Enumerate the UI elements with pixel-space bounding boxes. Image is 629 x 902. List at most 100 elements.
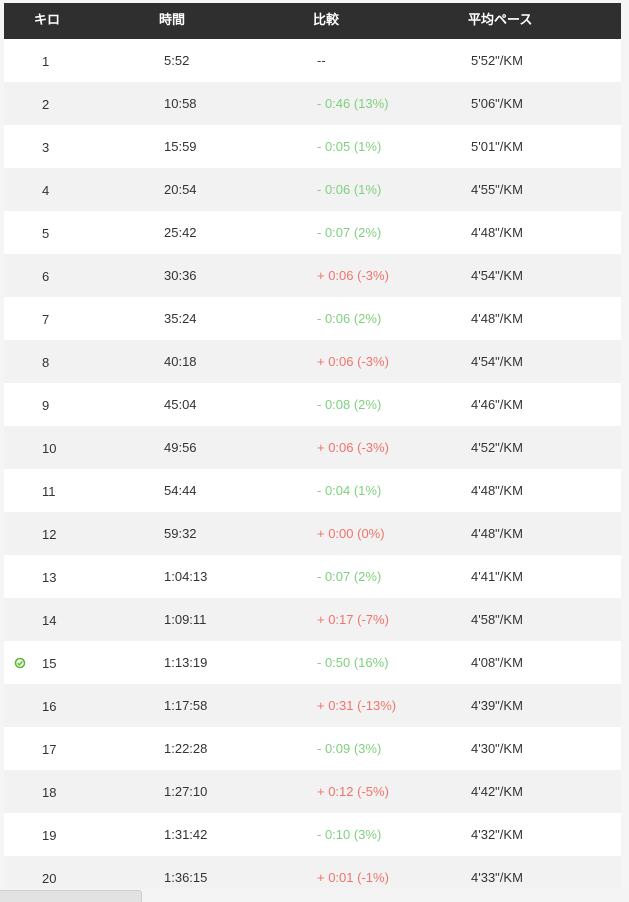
table-row[interactable]: 19 1:31:42 - 0:10 (3%) 4'32"/KM xyxy=(4,813,621,856)
splits-table: キロ 時間 比較 平均ペース 1 5:52 -- 5'52"/KM 2 10:58 - 0:… xyxy=(4,3,621,899)
table-row[interactable]: 17 1:22:28 - 0:09 (3%) 4'30"/KM xyxy=(4,727,621,770)
pace-cell: 4'52"/KM xyxy=(471,440,523,455)
time-cell: 20:54 xyxy=(164,182,197,197)
km-cell: 7 xyxy=(42,312,50,327)
diff-cell: - 0:05 (1%) xyxy=(317,139,382,154)
table-row[interactable]: 16 1:17:58 + 0:31 (-13%) 4'39"/KM xyxy=(4,684,621,727)
diff-cell: + 0:06 (-3%) xyxy=(317,268,389,283)
pace-cell: 5'52"/KM xyxy=(471,53,523,68)
fastest-lap-icon xyxy=(14,657,26,669)
diff-cell: + 0:06 (-3%) xyxy=(317,354,389,369)
table-row[interactable]: 13 1:04:13 - 0:07 (2%) 4'41"/KM xyxy=(4,555,621,598)
km-cell: 12 xyxy=(42,527,57,542)
time-cell: 1:09:11 xyxy=(164,612,207,627)
table-row[interactable]: 11 54:44 - 0:04 (1%) 4'48"/KM xyxy=(4,469,621,512)
pace-cell: 4'48"/KM xyxy=(471,483,523,498)
table-row[interactable]: 9 45:04 - 0:08 (2%) 4'46"/KM xyxy=(4,383,621,426)
km-cell: 17 xyxy=(42,742,57,757)
pace-cell: 4'48"/KM xyxy=(471,526,523,541)
diff-cell: - 0:07 (2%) xyxy=(317,225,382,240)
km-cell: 13 xyxy=(42,570,57,585)
time-cell: 15:59 xyxy=(164,139,197,154)
km-cell: 10 xyxy=(42,441,57,456)
table-row[interactable]: 1 5:52 -- 5'52"/KM xyxy=(4,39,621,82)
diff-cell: - 0:08 (2%) xyxy=(317,397,382,412)
diff-cell: - 0:09 (3%) xyxy=(317,741,382,756)
km-cell: 4 xyxy=(42,183,50,198)
table-row[interactable]: 14 1:09:11 + 0:17 (-7%) 4'58"/KM xyxy=(4,598,621,641)
table-row[interactable]: 8 40:18 + 0:06 (-3%) 4'54"/KM xyxy=(4,340,621,383)
time-cell: 45:04 xyxy=(164,397,197,412)
pace-cell: 4'55"/KM xyxy=(471,182,523,197)
pace-cell: 4'41"/KM xyxy=(471,569,523,584)
time-cell: 1:31:42 xyxy=(164,827,208,842)
time-cell: 1:04:13 xyxy=(164,569,208,584)
diff-cell: - 0:07 (2%) xyxy=(317,569,382,584)
km-cell: 19 xyxy=(42,828,57,843)
time-cell: 59:32 xyxy=(164,526,197,541)
pace-cell: 4'54"/KM xyxy=(471,268,523,283)
time-cell: 1:13:19 xyxy=(164,655,208,670)
diff-cell: - 0:04 (1%) xyxy=(317,483,382,498)
time-cell: 54:44 xyxy=(164,483,197,498)
splits-panel: キロ 時間 比較 平均ペース 1 5:52 -- 5'52"/KM 2 10:58 - 0:… xyxy=(0,0,629,902)
km-cell: 18 xyxy=(42,785,57,800)
diff-cell: + 0:31 (-13%) xyxy=(317,698,397,713)
pace-cell: 5'01"/KM xyxy=(471,139,523,154)
diff-cell: - 0:50 (16%) xyxy=(317,655,389,670)
table-row[interactable]: 15 1:13:19 - 0:50 (16%) 4'08"/KM xyxy=(4,641,621,684)
pace-cell: 4'48"/KM xyxy=(471,225,523,240)
table-row[interactable]: 2 10:58 - 0:46 (13%) 5'06"/KM xyxy=(4,82,621,125)
table-row[interactable]: 12 59:32 + 0:00 (0%) 4'48"/KM xyxy=(4,512,621,555)
table-row[interactable]: 10 49:56 + 0:06 (-3%) 4'52"/KM xyxy=(4,426,621,469)
diff-cell: + 0:06 (-3%) xyxy=(317,440,389,455)
diff-cell: + 0:12 (-5%) xyxy=(317,784,389,799)
time-cell: 35:24 xyxy=(164,311,197,326)
table-row[interactable]: 18 1:27:10 + 0:12 (-5%) 4'42"/KM xyxy=(4,770,621,813)
km-cell: 8 xyxy=(42,355,50,370)
diff-cell: - 0:06 (2%) xyxy=(317,311,382,326)
pace-cell: 4'42"/KM xyxy=(471,784,523,799)
table-row[interactable]: 7 35:24 - 0:06 (2%) 4'48"/KM xyxy=(4,297,621,340)
km-cell: 2 xyxy=(42,97,50,112)
table-row[interactable]: 3 15:59 - 0:05 (1%) 5'01"/KM xyxy=(4,125,621,168)
diff-cell: - 0:06 (1%) xyxy=(317,182,382,197)
km-cell: 6 xyxy=(42,269,50,284)
pace-cell: 4'32"/KM xyxy=(471,827,523,842)
diff-cell: - 0:10 (3%) xyxy=(317,827,382,842)
table-row[interactable]: 5 25:42 - 0:07 (2%) 4'48"/KM xyxy=(4,211,621,254)
time-cell: 25:42 xyxy=(164,225,197,240)
time-cell: 5:52 xyxy=(164,53,190,68)
pace-cell: 4'30"/KM xyxy=(471,741,523,756)
pace-cell: 4'54"/KM xyxy=(471,354,523,369)
table-body: 1 5:52 -- 5'52"/KM 2 10:58 - 0:46 (13%) 5'06"/K… xyxy=(4,39,621,899)
time-cell: 10:58 xyxy=(164,96,197,111)
km-cell: 1 xyxy=(42,54,50,69)
km-cell: 14 xyxy=(42,613,57,628)
time-cell: 40:18 xyxy=(164,354,197,369)
time-cell: 1:22:28 xyxy=(164,741,208,756)
km-cell: 5 xyxy=(42,226,50,241)
header-time: 時間 xyxy=(159,12,186,27)
pace-cell: 5'06"/KM xyxy=(471,96,523,111)
horizontal-scrollbar[interactable] xyxy=(0,890,142,902)
diff-cell: -- xyxy=(317,53,326,68)
time-cell: 1:17:58 xyxy=(164,698,208,713)
table-header: キロ 時間 比較 平均ペース xyxy=(4,3,621,39)
time-cell: 1:27:10 xyxy=(164,784,208,799)
km-cell: 16 xyxy=(42,699,57,714)
pace-cell: 4'39"/KM xyxy=(471,698,523,713)
header-diff: 比較 xyxy=(313,12,340,27)
diff-cell: + 0:17 (-7%) xyxy=(317,612,389,627)
km-cell: 9 xyxy=(42,398,50,413)
table-row[interactable]: 6 30:36 + 0:06 (-3%) 4'54"/KM xyxy=(4,254,621,297)
header-pace: 平均ペース xyxy=(468,12,533,27)
diff-cell: + 0:00 (0%) xyxy=(317,526,385,541)
pace-cell: 4'58"/KM xyxy=(471,612,523,627)
pace-cell: 4'08"/KM xyxy=(471,655,523,670)
time-cell: 49:56 xyxy=(164,440,197,455)
pace-cell: 4'46"/KM xyxy=(471,397,523,412)
diff-cell: - 0:46 (13%) xyxy=(317,96,389,111)
km-cell: 11 xyxy=(42,484,56,499)
table-row[interactable]: 4 20:54 - 0:06 (1%) 4'55"/KM xyxy=(4,168,621,211)
